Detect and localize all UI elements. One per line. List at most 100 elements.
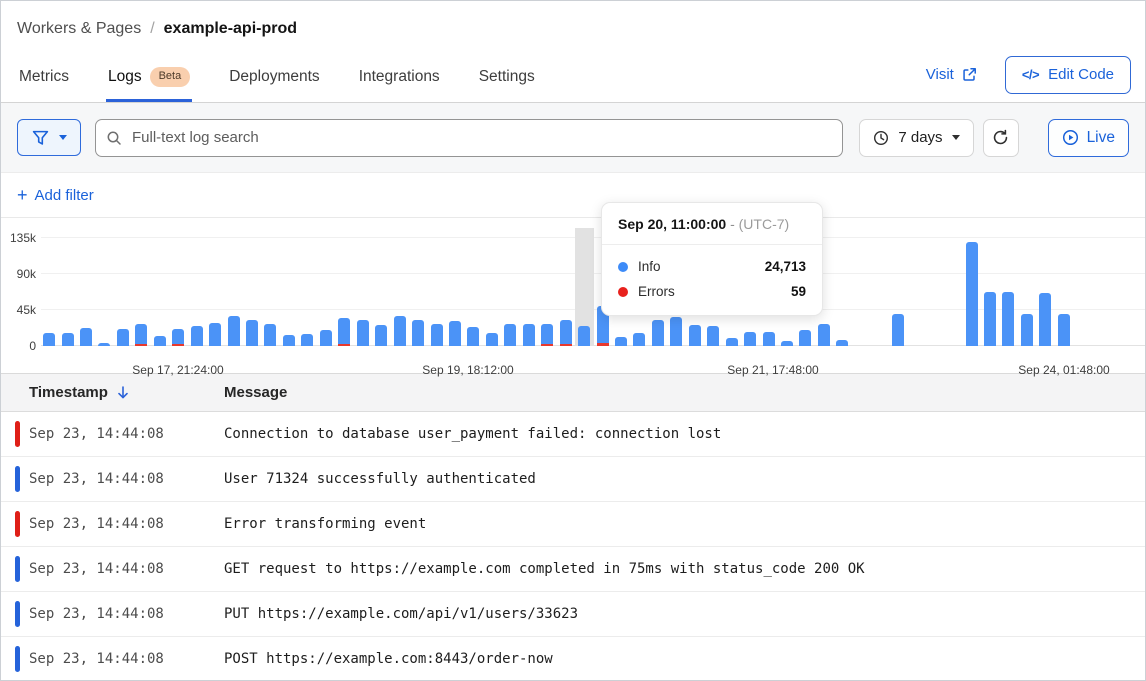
chart-bar[interactable] [62, 333, 74, 346]
chart-bar[interactable] [394, 316, 406, 346]
chart-bar[interactable] [763, 332, 775, 346]
chart-bar[interactable] [818, 324, 830, 346]
chart-bar[interactable] [1021, 314, 1033, 346]
live-button[interactable]: Live [1048, 119, 1129, 157]
refresh-button[interactable] [983, 119, 1019, 157]
chart-bar[interactable] [338, 318, 350, 346]
chart-bar[interactable] [578, 326, 590, 346]
chart-bar[interactable] [1039, 293, 1051, 346]
tooltip-row-errors: Errors 59 [618, 279, 806, 304]
severity-indicator-error [15, 421, 20, 447]
log-row[interactable]: Sep 23, 14:44:08PUT https://example.com/… [1, 592, 1145, 637]
log-row[interactable]: Sep 23, 14:44:08Error transforming event [1, 502, 1145, 547]
chart-bar[interactable] [301, 334, 313, 346]
tab-logs[interactable]: LogsBeta [106, 55, 192, 102]
chart-bar[interactable] [1058, 314, 1070, 346]
chart-bar[interactable] [670, 317, 682, 346]
log-row[interactable]: Sep 23, 14:44:08User 71324 successfully … [1, 457, 1145, 502]
filter-dropdown-button[interactable] [17, 119, 81, 156]
chart-bar[interactable] [504, 324, 516, 346]
chart-bar[interactable] [283, 335, 295, 346]
chart-bar[interactable] [560, 320, 572, 346]
visit-link[interactable]: Visit [926, 66, 977, 83]
chart-bar[interactable] [80, 328, 92, 346]
chart-bar[interactable] [449, 321, 461, 346]
chart-bar[interactable] [357, 320, 369, 346]
log-timestamp: Sep 23, 14:44:08 [1, 561, 224, 577]
chart-bar[interactable] [98, 343, 110, 346]
chart-bar[interactable] [707, 326, 719, 346]
tab-label: Deployments [229, 68, 319, 86]
log-message: POST https://example.com:8443/order-now [224, 651, 1145, 667]
chart-bar[interactable] [246, 320, 258, 346]
visit-label: Visit [926, 66, 954, 83]
chart-bar-error-segment [560, 344, 572, 346]
x-axis-label: Sep 21, 17:48:00 [727, 363, 818, 377]
x-axis-label: Sep 17, 21:24:00 [132, 363, 223, 377]
column-header-timestamp[interactable]: Timestamp [1, 384, 224, 401]
severity-indicator-info [15, 601, 20, 627]
chevron-down-icon [59, 135, 67, 140]
chart-bar[interactable] [264, 324, 276, 346]
chart-bar[interactable] [966, 242, 978, 346]
tab-settings[interactable]: Settings [477, 55, 537, 102]
chart-bar[interactable] [154, 336, 166, 346]
log-rows: Sep 23, 14:44:08Connection to database u… [1, 412, 1145, 681]
chart-bar[interactable] [320, 330, 332, 346]
add-filter-button[interactable]: + Add filter [17, 186, 94, 204]
time-range-button[interactable]: 7 days [859, 119, 973, 157]
chart-bar[interactable] [615, 337, 627, 346]
chart-bar[interactable] [744, 332, 756, 346]
timestamp-header-label: Timestamp [29, 384, 108, 401]
tab-metrics[interactable]: Metrics [17, 55, 71, 102]
chevron-down-icon [952, 135, 960, 140]
chart-bar[interactable] [467, 327, 479, 346]
chart-bar[interactable] [135, 324, 147, 346]
chart-bar[interactable] [633, 333, 645, 346]
chart-bar[interactable] [652, 320, 664, 346]
log-table-header: Timestamp Message [1, 374, 1145, 412]
chart-bar[interactable] [172, 329, 184, 346]
tooltip-series-label: Errors [638, 284, 675, 299]
tab-integrations[interactable]: Integrations [357, 55, 442, 102]
chart-bar[interactable] [375, 325, 387, 346]
info-legend-dot [618, 262, 628, 272]
chart-bar[interactable] [689, 325, 701, 346]
log-message: GET request to https://example.com compl… [224, 561, 1145, 577]
chart-bar[interactable] [541, 324, 553, 346]
log-row[interactable]: Sep 23, 14:44:08POST https://example.com… [1, 637, 1145, 681]
chart-bar[interactable] [117, 329, 129, 346]
chart-bar[interactable] [523, 324, 535, 346]
chart-bar[interactable] [431, 324, 443, 346]
tooltip-series-value: 59 [791, 284, 806, 299]
chart-bar[interactable] [209, 323, 221, 346]
chart-bar[interactable] [43, 333, 55, 346]
chart-bar[interactable] [892, 314, 904, 346]
breadcrumb-workers-pages-link[interactable]: Workers & Pages [17, 20, 141, 38]
tooltip-divider [602, 244, 822, 245]
clock-icon [873, 130, 889, 146]
chart-bar-error-segment [135, 344, 147, 346]
chart-bar[interactable] [412, 320, 424, 346]
search-input[interactable] [95, 119, 843, 157]
chart-bar[interactable] [228, 316, 240, 346]
severity-indicator-error [15, 511, 20, 537]
chart-bar[interactable] [726, 338, 738, 346]
edit-code-button[interactable]: </> Edit Code [1005, 56, 1131, 94]
log-search [95, 119, 843, 157]
chart-bar[interactable] [781, 341, 793, 346]
log-table: Timestamp Message Sep 23, 14:44:08Connec… [1, 373, 1145, 681]
chart-bar[interactable] [1002, 292, 1014, 346]
chart-bar[interactable] [836, 340, 848, 346]
y-axis-label-0: 0 [3, 339, 36, 353]
y-axis-label-90k: 90k [3, 267, 36, 281]
chart-bar-error-segment [338, 344, 350, 346]
log-message: User 71324 successfully authenticated [224, 471, 1145, 487]
chart-bar[interactable] [984, 292, 996, 346]
chart-bar[interactable] [486, 333, 498, 346]
chart-bar[interactable] [799, 330, 811, 346]
log-row[interactable]: Sep 23, 14:44:08GET request to https://e… [1, 547, 1145, 592]
log-row[interactable]: Sep 23, 14:44:08Connection to database u… [1, 412, 1145, 457]
tab-deployments[interactable]: Deployments [227, 55, 321, 102]
chart-bar[interactable] [191, 326, 203, 346]
